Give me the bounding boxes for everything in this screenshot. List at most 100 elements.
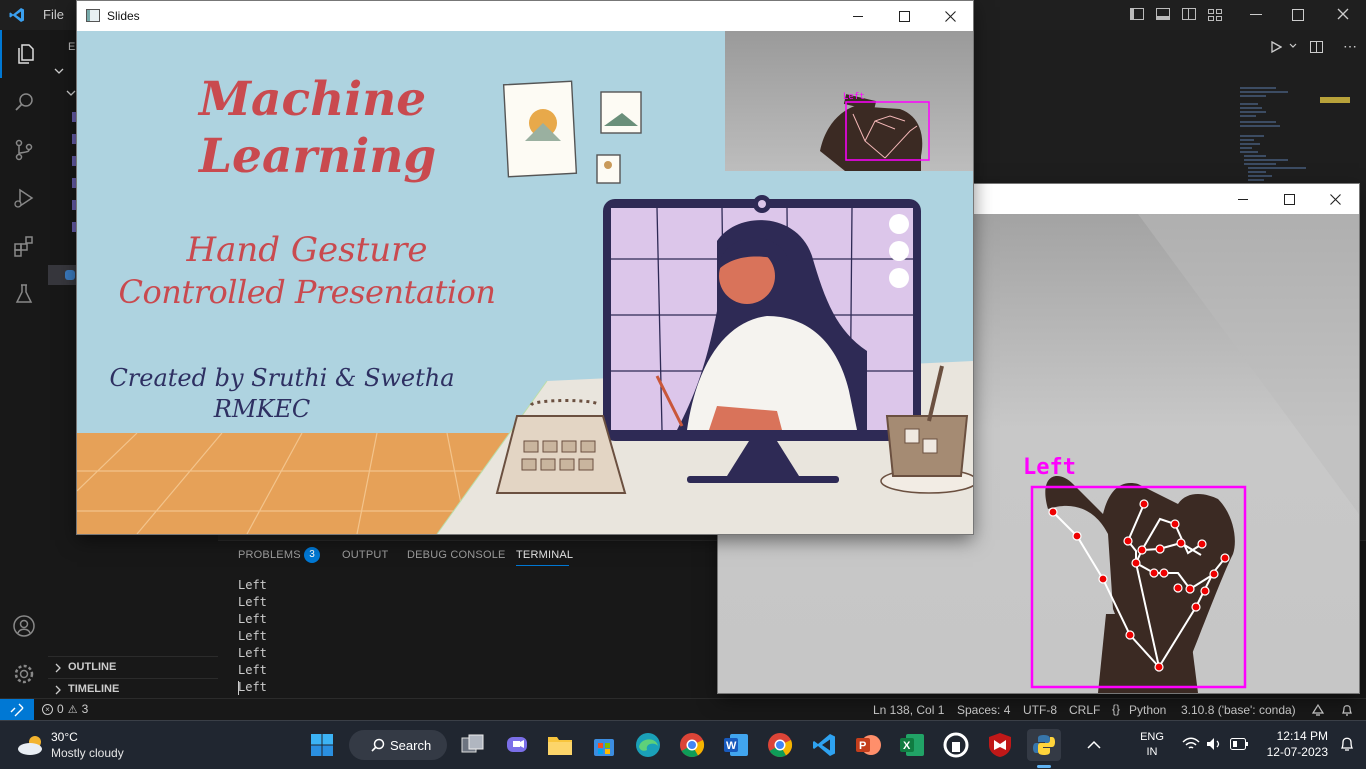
language-mode[interactable]: Python (1129, 703, 1166, 717)
source-control-icon (15, 139, 33, 161)
svg-text:W: W (726, 740, 737, 752)
slides-close-button[interactable] (927, 1, 973, 31)
minimize-icon (1238, 198, 1248, 200)
slide-subtitle: Hand Gesture Controlled Presentation (117, 229, 497, 313)
terminal-output[interactable]: Left Left Left Left Left Left Left (238, 577, 698, 696)
customize-layout-icon[interactable] (1208, 8, 1222, 21)
outline-section[interactable]: OUTLINE (48, 656, 218, 677)
monitor (603, 195, 921, 483)
clock[interactable]: 12:14 PM 12-07-2023 (1258, 728, 1328, 760)
feedback-icon[interactable] (1311, 703, 1325, 717)
tab-debug-console[interactable]: DEBUG CONSOLE (407, 549, 506, 561)
language-line2: IN (1146, 746, 1158, 758)
vscode-restore-icon[interactable] (1292, 9, 1304, 21)
testing-activity[interactable] (0, 270, 48, 318)
slides-maximize-button[interactable] (881, 1, 927, 31)
encoding[interactable]: UTF-8 (1023, 703, 1057, 717)
chrome-button-2[interactable] (763, 729, 797, 761)
input-language[interactable]: ENG IN (1130, 730, 1174, 760)
minimap-preview (1240, 87, 1350, 181)
explorer-activity[interactable] (0, 30, 50, 78)
terminal-line: Left (238, 612, 267, 626)
search-icon (371, 738, 385, 752)
slides-minimize-button[interactable] (835, 1, 881, 31)
toggle-panel-icon[interactable] (1156, 8, 1170, 20)
powerpoint-button[interactable]: P (851, 729, 885, 761)
extensions-activity[interactable] (0, 222, 48, 270)
maximize-icon (1283, 193, 1295, 205)
clock-time: 12:14 PM (1276, 729, 1328, 743)
mcafee-button[interactable] (983, 729, 1017, 761)
app-button[interactable] (939, 729, 973, 761)
show-hidden-icons-icon[interactable] (1087, 740, 1101, 749)
python-interpreter[interactable]: 3.10.8 ('base': conda) (1181, 703, 1296, 717)
slides-window-titlebar[interactable]: Slides (77, 1, 973, 31)
remote-indicator[interactable] (0, 699, 34, 721)
manage-activity[interactable] (0, 650, 48, 698)
vscode-icon (813, 734, 835, 756)
notification-bell-icon[interactable] (1340, 736, 1354, 752)
store-button[interactable] (587, 729, 621, 761)
word-button[interactable]: W (719, 729, 753, 761)
slide-title-line1: Machine (199, 72, 427, 127)
chrome-icon (768, 733, 793, 758)
file-explorer-button[interactable] (543, 729, 577, 761)
search-activity[interactable] (0, 78, 48, 126)
task-view-button[interactable] (456, 729, 490, 761)
timeline-label: TIMELINE (68, 683, 120, 695)
camera-minimize-button[interactable] (1220, 184, 1266, 214)
minimap[interactable] (1236, 86, 1356, 186)
vscode-minimize-icon[interactable] (1250, 14, 1262, 15)
toggle-secondary-sidebar-icon[interactable] (1182, 8, 1196, 20)
close-icon (944, 10, 956, 22)
cursor-position[interactable]: Ln 138, Col 1 (873, 703, 944, 717)
line-ending[interactable]: CRLF (1069, 703, 1100, 717)
teams-chat-button[interactable] (500, 729, 534, 761)
slide-subtitle-line1: Hand Gesture (186, 230, 428, 270)
tab-output[interactable]: OUTPUT (342, 549, 388, 561)
taskbar-search[interactable]: Search (349, 730, 447, 760)
source-control-activity[interactable] (0, 126, 48, 174)
python-icon (1033, 735, 1055, 755)
chevron-right-icon (55, 663, 61, 673)
run-icon[interactable] (1270, 41, 1282, 53)
status-bar: × 0 ⚠ 3 Ln 138, Col 1 Spaces: 4 UTF-8 CR… (0, 698, 1366, 721)
excel-button[interactable]: X (895, 729, 929, 761)
tab-terminal[interactable]: TERMINAL (516, 549, 573, 561)
menu-file[interactable]: File (43, 7, 64, 22)
mcafee-shield-icon (989, 733, 1011, 757)
word-icon: W (724, 734, 748, 756)
chrome-button-1[interactable] (675, 729, 709, 761)
store-icon (594, 739, 614, 756)
vscode-close-icon[interactable] (1337, 8, 1349, 20)
folder-icon (548, 737, 572, 755)
edge-button[interactable] (631, 729, 665, 761)
terminal-line: Left (238, 629, 267, 643)
split-editor-icon[interactable] (1310, 41, 1323, 53)
search-label: Search (390, 737, 432, 753)
weather-widget[interactable]: 30°C Mostly cloudy (16, 727, 146, 763)
accounts-activity[interactable] (0, 602, 48, 650)
start-button[interactable] (305, 729, 339, 761)
chevron-down-icon[interactable] (1289, 43, 1297, 49)
close-icon (1329, 193, 1341, 205)
more-actions-icon[interactable]: ⋯ (1343, 38, 1357, 55)
volume-icon[interactable] (1206, 737, 1222, 751)
run-debug-activity[interactable] (0, 174, 48, 222)
camera-maximize-button[interactable] (1266, 184, 1312, 214)
toggle-sidebar-icon[interactable] (1130, 8, 1144, 20)
gear-icon (14, 664, 34, 684)
problems-status[interactable]: × 0 ⚠ 3 (42, 702, 88, 716)
slide-credits: Created by Sruthi & Swetha RMKEC (102, 363, 462, 425)
indentation[interactable]: Spaces: 4 (957, 703, 1010, 717)
wifi-icon[interactable] (1182, 737, 1200, 751)
bell-icon[interactable] (1341, 703, 1353, 717)
python-window-button[interactable] (1027, 729, 1061, 761)
vscode-button[interactable] (807, 729, 841, 761)
tab-problems[interactable]: PROBLEMS (238, 549, 301, 561)
slides-window[interactable]: Slides Machine Learning Hand Gesture Con… (77, 1, 973, 534)
battery-icon[interactable] (1230, 738, 1248, 750)
camera-close-button[interactable] (1312, 184, 1358, 214)
problems-count-badge: 3 (304, 547, 320, 563)
timeline-section[interactable]: TIMELINE (48, 678, 218, 699)
